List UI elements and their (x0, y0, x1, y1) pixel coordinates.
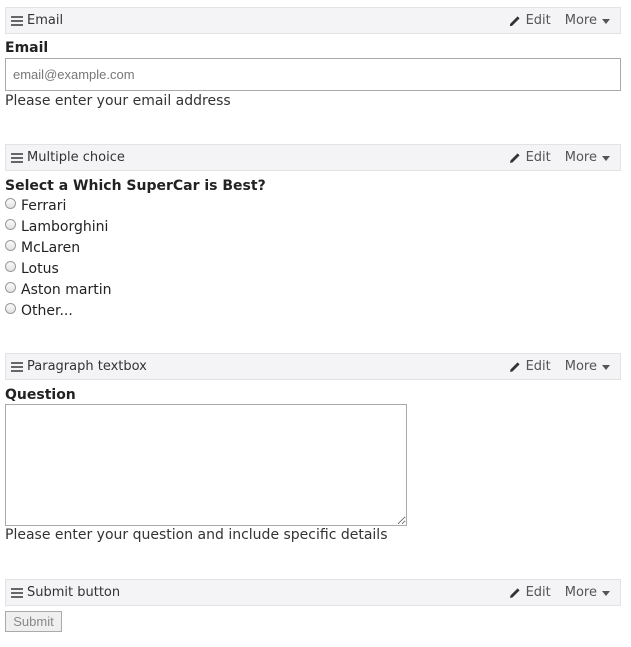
multiple-choice-more-button[interactable]: More (565, 150, 610, 165)
caret-down-icon (602, 364, 610, 370)
submit-toolbar: Submit button Edit More (5, 579, 621, 606)
radio-option-mclaren[interactable]: McLaren (5, 237, 621, 258)
multiple-choice-section: Multiple choice Edit More Select a Which… (5, 144, 621, 321)
more-label: More (564, 585, 597, 600)
caret-down-icon (602, 590, 610, 596)
paragraph-section-title: Paragraph textbox (27, 359, 147, 374)
pencil-icon (509, 15, 520, 26)
drag-handle-icon[interactable] (11, 587, 23, 598)
caret-down-icon (602, 18, 610, 24)
radio-option-ferrari[interactable]: Ferrari (5, 195, 621, 216)
email-section-title: Email (27, 13, 64, 28)
radio-button[interactable] (5, 240, 16, 251)
pencil-icon (509, 361, 520, 372)
radio-button[interactable] (5, 282, 16, 293)
email-help-text: Please enter your email address (5, 93, 231, 109)
radio-option-aston-martin[interactable]: Aston martin (5, 279, 621, 300)
email-field-label: Email (5, 40, 49, 56)
paragraph-help-text: Please enter your question and include s… (5, 527, 388, 543)
pencil-icon (509, 152, 520, 163)
multiple-choice-question: Select a Which SuperCar is Best? (5, 178, 266, 194)
radio-label: Lotus (21, 260, 59, 277)
email-edit-button[interactable]: Edit (509, 13, 551, 28)
radio-button[interactable] (5, 219, 16, 230)
email-section: Email Edit More Email Please enter your … (5, 7, 621, 109)
radio-group: Ferrari Lamborghini McLaren Lotus Aston … (5, 195, 621, 321)
radio-option-other[interactable]: Other... (5, 300, 621, 321)
more-label: More (564, 359, 597, 374)
paragraph-section: Paragraph textbox Edit More Question Ple… (5, 353, 621, 543)
more-label: More (564, 13, 597, 28)
edit-label: Edit (525, 150, 551, 165)
email-toolbar: Email Edit More (5, 7, 621, 34)
drag-handle-icon[interactable] (11, 15, 23, 26)
submit-more-button[interactable]: More (565, 585, 610, 600)
paragraph-field-label: Question (5, 387, 76, 403)
more-label: More (564, 150, 597, 165)
drag-handle-icon[interactable] (11, 152, 23, 163)
submit-section: Submit button Edit More Submit (5, 579, 621, 632)
email-more-button[interactable]: More (565, 13, 610, 28)
paragraph-edit-button[interactable]: Edit (509, 359, 551, 374)
paragraph-toolbar: Paragraph textbox Edit More (5, 353, 621, 380)
paragraph-more-button[interactable]: More (565, 359, 610, 374)
drag-handle-icon[interactable] (11, 361, 23, 372)
radio-label: Lamborghini (21, 218, 109, 235)
radio-button[interactable] (5, 261, 16, 272)
radio-label: Other... (21, 302, 73, 319)
edit-label: Edit (525, 585, 551, 600)
edit-label: Edit (525, 13, 551, 28)
multiple-choice-edit-button[interactable]: Edit (509, 150, 551, 165)
radio-label: Ferrari (21, 197, 67, 214)
submit-button[interactable]: Submit (5, 611, 62, 632)
edit-label: Edit (525, 359, 551, 374)
radio-option-lotus[interactable]: Lotus (5, 258, 621, 279)
email-field[interactable] (5, 58, 621, 91)
pencil-icon (509, 587, 520, 598)
submit-edit-button[interactable]: Edit (509, 585, 551, 600)
multiple-choice-toolbar: Multiple choice Edit More (5, 144, 621, 171)
caret-down-icon (602, 155, 610, 161)
radio-label: McLaren (21, 239, 81, 256)
question-textarea[interactable] (5, 404, 407, 526)
radio-option-lamborghini[interactable]: Lamborghini (5, 216, 621, 237)
submit-section-title: Submit button (27, 585, 121, 600)
radio-label: Aston martin (21, 281, 112, 298)
radio-button[interactable] (5, 198, 16, 209)
multiple-choice-section-title: Multiple choice (27, 150, 125, 165)
radio-button[interactable] (5, 303, 16, 314)
